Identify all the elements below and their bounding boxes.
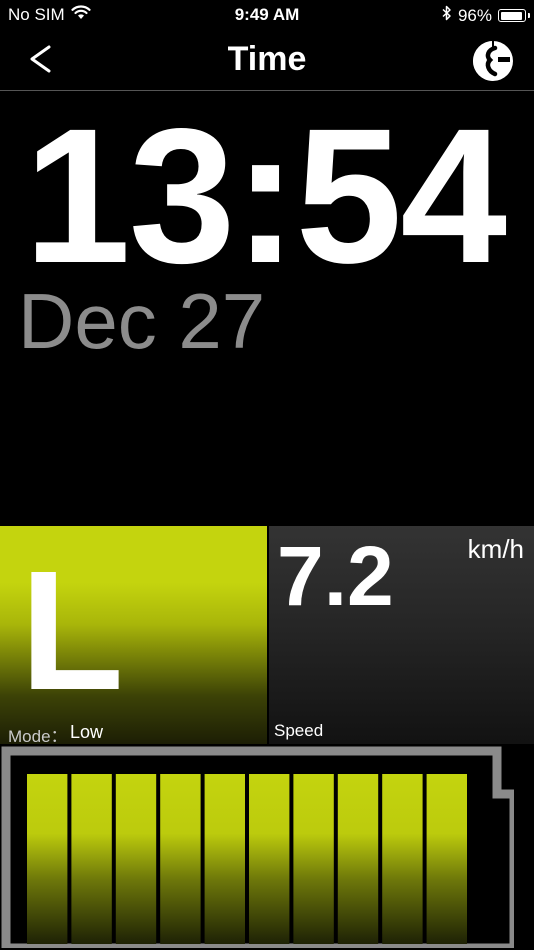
- brand-logo-icon[interactable]: [472, 40, 514, 82]
- nav-bar: Time: [0, 32, 534, 91]
- battery-icon: [498, 9, 530, 22]
- battery-gauge: [0, 744, 534, 950]
- battery-segment: [382, 774, 423, 944]
- mode-letter: L: [20, 536, 124, 726]
- clock-date: Dec 27: [18, 277, 266, 365]
- speed-tile: 7.2 km/h Speed: [269, 526, 534, 744]
- battery-segment: [249, 774, 290, 944]
- battery-segment: [71, 774, 112, 944]
- speed-value: 7.2: [277, 529, 394, 623]
- battery-segments: [27, 774, 467, 944]
- battery-gauge-graphic: [1, 746, 514, 948]
- speed-unit: km/h: [467, 534, 524, 564]
- clock-time: 13:54: [24, 88, 507, 303]
- battery-segment: [115, 774, 157, 944]
- battery-segment: [426, 774, 467, 944]
- battery-percent: 96%: [457, 5, 492, 25]
- bluetooth-icon: [442, 5, 452, 26]
- battery-segment: [160, 774, 201, 944]
- status-bar: No SIM 9:49 AM 96%: [0, 0, 534, 32]
- battery-segment: [27, 774, 68, 944]
- mode-tile[interactable]: L Mode： Low: [0, 526, 267, 746]
- speed-label: Speed: [274, 721, 324, 740]
- battery-segment: [337, 774, 379, 944]
- mode-value: Low: [70, 722, 104, 742]
- battery-segment: [293, 774, 334, 944]
- battery-segment: [204, 774, 245, 944]
- status-right: 96%: [442, 5, 530, 26]
- battery-icon-fill: [500, 11, 522, 20]
- page-title: Time: [227, 40, 307, 78]
